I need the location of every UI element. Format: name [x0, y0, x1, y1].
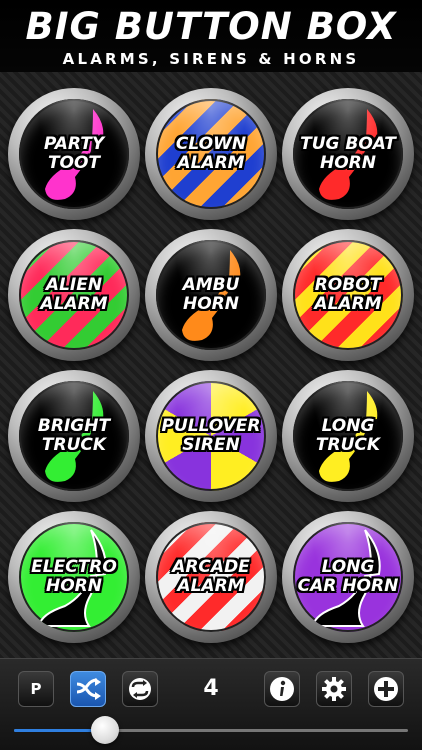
sound-button-label: TUG BOAT HORN — [293, 99, 403, 209]
plus-icon — [374, 677, 398, 701]
label-line-2: ALARM — [177, 576, 245, 596]
repeat-button[interactable] — [122, 671, 158, 707]
sound-button[interactable]: ARCADE ALARM — [145, 511, 277, 643]
info-icon — [270, 677, 294, 701]
sound-button-face: AMBU HORN — [156, 240, 266, 350]
sound-button-label: AMBU HORN — [156, 240, 266, 350]
sound-button[interactable]: PULLOVER SIREN — [145, 370, 277, 502]
sound-button-face: BRIGHT TRUCK — [19, 381, 129, 491]
label-line-1: BRIGHT — [37, 416, 111, 436]
sound-button[interactable]: PARTY TOOT — [8, 88, 140, 220]
sound-button-label: CLOWN ALARM — [156, 99, 266, 209]
sound-button-label: ARCADE ALARM — [156, 522, 266, 632]
label-line-2: TOOT — [47, 153, 101, 173]
info-button[interactable] — [264, 671, 300, 707]
sound-button[interactable]: TUG BOAT HORN — [282, 88, 414, 220]
sound-button[interactable]: BRIGHT TRUCK — [8, 370, 140, 502]
label-line-2: ALARM — [177, 153, 245, 173]
sound-button-face: LONG CAR HORN — [293, 522, 403, 632]
label-line-2: SIREN — [182, 435, 240, 455]
sound-button-face: ROBOT ALARM — [293, 240, 403, 350]
sound-button[interactable]: LONG CAR HORN — [282, 511, 414, 643]
label-line-1: ROBOT — [314, 275, 382, 295]
shuffle-button[interactable] — [70, 671, 106, 707]
sound-button-face: PULLOVER SIREN — [156, 381, 266, 491]
sound-button-face: ALIEN ALARM — [19, 240, 129, 350]
label-line-2: HORN — [320, 153, 376, 173]
label-line-1: AMBU — [182, 275, 240, 295]
label-line-2: TRUCK — [315, 435, 381, 455]
label-line-2: HORN — [183, 294, 239, 314]
bottom-toolbar: P 4 — [0, 658, 422, 750]
sound-button[interactable]: CLOWN ALARM — [145, 88, 277, 220]
label-line-2: ALARM — [40, 294, 108, 314]
sound-count: 4 — [203, 676, 219, 701]
settings-button[interactable] — [316, 671, 352, 707]
sound-button-label: LONG TRUCK — [293, 381, 403, 491]
label-line-1: PARTY — [43, 134, 105, 154]
sound-button-face: ARCADE ALARM — [156, 522, 266, 632]
sound-button-face: PARTY TOOT — [19, 99, 129, 209]
p-button-label: P — [30, 680, 42, 698]
sound-button-grid: PARTY TOOT CLOWN ALARM TUG BOAT HORN ALIEN ALAR… — [0, 72, 422, 658]
sound-button[interactable]: LONG TRUCK — [282, 370, 414, 502]
repeat-icon — [129, 678, 151, 700]
label-line-1: ELECTRO — [31, 557, 117, 577]
p-button[interactable]: P — [18, 671, 54, 707]
sound-button-label: PULLOVER SIREN — [156, 381, 266, 491]
sound-button-label: ELECTRO HORN — [19, 522, 129, 632]
label-line-2: HORN — [46, 576, 102, 596]
label-line-1: ALIEN — [45, 275, 103, 295]
label-line-1: TUG BOAT — [300, 134, 396, 154]
label-line-1: CLOWN — [175, 134, 247, 154]
add-button[interactable] — [368, 671, 404, 707]
sound-button[interactable]: ROBOT ALARM — [282, 229, 414, 361]
sound-button-face: LONG TRUCK — [293, 381, 403, 491]
sound-button-face: TUG BOAT HORN — [293, 99, 403, 209]
sound-button-face: CLOWN ALARM — [156, 99, 266, 209]
sound-button-label: PARTY TOOT — [19, 99, 129, 209]
sound-button[interactable]: ELECTRO HORN — [8, 511, 140, 643]
label-line-2: ALARM — [314, 294, 382, 314]
label-line-2: CAR HORN — [297, 576, 399, 596]
sound-button[interactable]: AMBU HORN — [145, 229, 277, 361]
label-line-1: ARCADE — [172, 557, 250, 577]
sound-button-label: LONG CAR HORN — [293, 522, 403, 632]
app-header: BIG BUTTON BOX ALARMS, SIRENS & HORNS — [0, 0, 422, 72]
label-line-1: PULLOVER — [161, 416, 261, 436]
app-title: BIG BUTTON BOX — [25, 5, 397, 48]
app-subtitle: ALARMS, SIRENS & HORNS — [62, 50, 360, 68]
sound-button-face: ELECTRO HORN — [19, 522, 129, 632]
gear-icon — [322, 677, 346, 701]
volume-slider-thumb[interactable] — [91, 716, 119, 744]
sound-button[interactable]: ALIEN ALARM — [8, 229, 140, 361]
sound-button-label: BRIGHT TRUCK — [19, 381, 129, 491]
shuffle-icon — [76, 678, 101, 700]
sound-button-label: ALIEN ALARM — [19, 240, 129, 350]
label-line-1: LONG — [321, 416, 375, 436]
label-line-1: LONG — [321, 557, 375, 577]
label-line-2: TRUCK — [41, 435, 107, 455]
sound-button-label: ROBOT ALARM — [293, 240, 403, 350]
